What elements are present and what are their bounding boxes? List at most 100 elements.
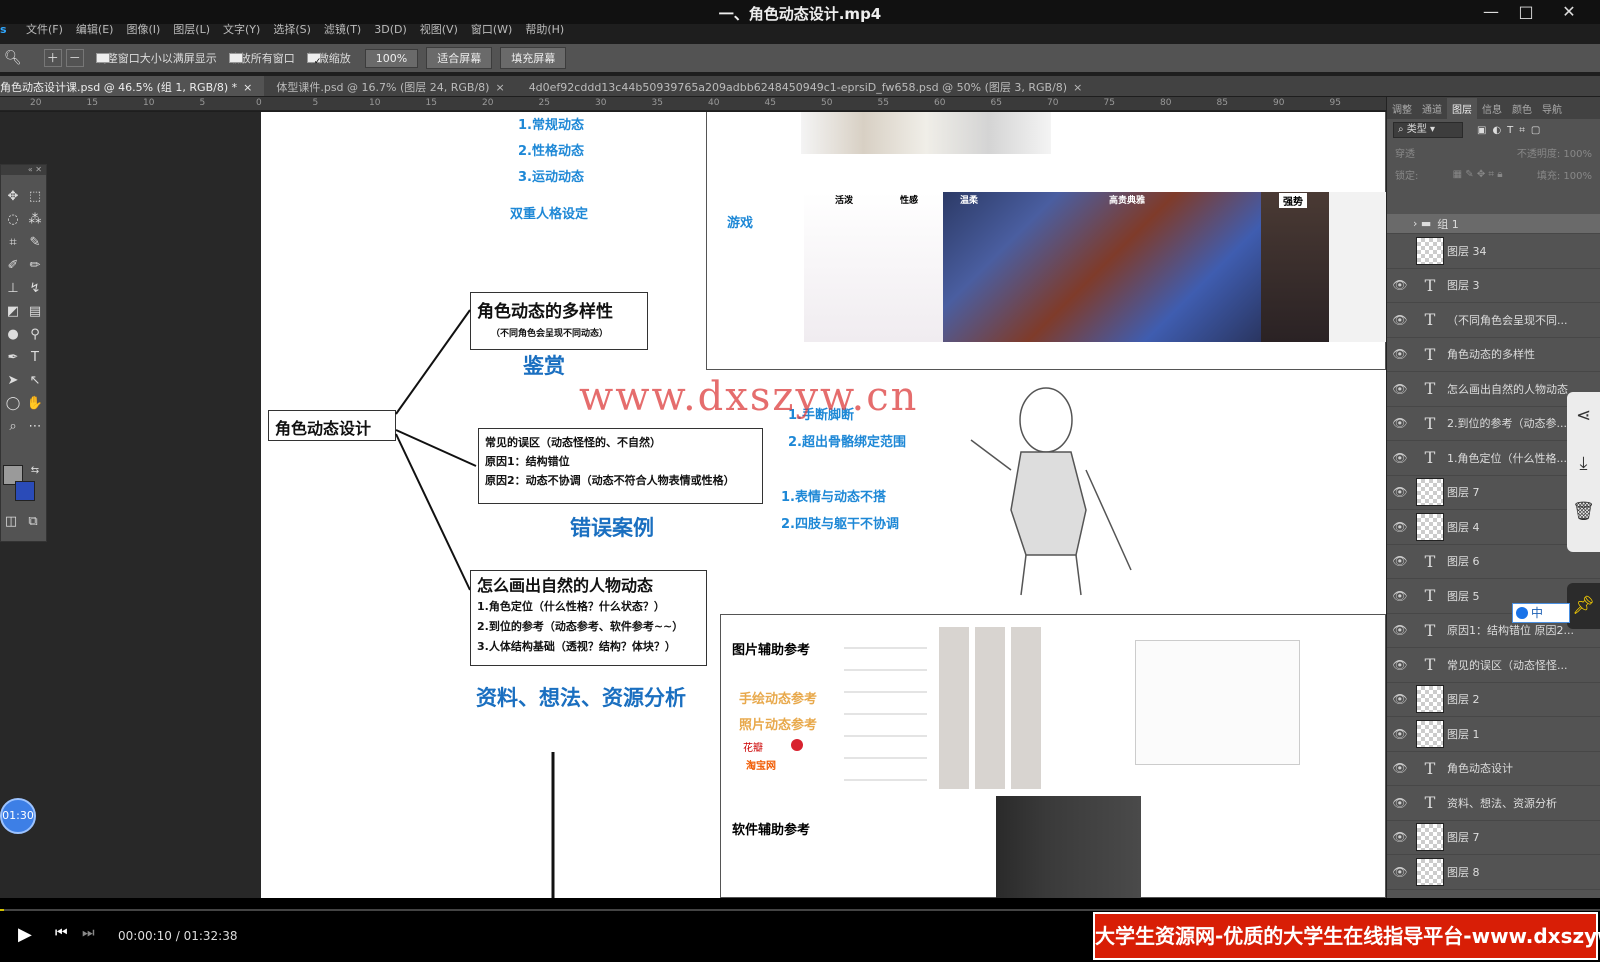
opacity-field[interactable]: 不透明度: 100% (1517, 145, 1592, 160)
blur-tool-icon[interactable]: ● (3, 325, 23, 345)
scrubby-zoom-checkbox[interactable]: ✓ 细微缩放 (306, 50, 351, 67)
document-canvas[interactable]: 1.常规动态 2.性格动态 3.运动动态 双重人格设定 角色动态的多样性 （不同… (261, 112, 1386, 898)
blend-mode-select[interactable]: 穿透 (1395, 145, 1415, 160)
layer-row[interactable]: 👁︎ T （不同角色会呈现不同... (1387, 303, 1600, 338)
zoom-all-checkbox[interactable]: 缩放所有窗口 (228, 50, 295, 66)
layer-row[interactable]: 👁︎ T 常见的误区（动态怪怪... (1387, 648, 1600, 683)
tab-adjustments[interactable]: 调整 (1387, 98, 1417, 119)
menu-3d[interactable]: 3D(D) (374, 23, 407, 36)
hand-tool-icon[interactable]: ✋ (25, 394, 45, 414)
doc-tab-3[interactable]: 4d0ef92cddd13c44b50939765a209adbb6248450… (517, 76, 1095, 96)
move-tool-icon[interactable]: ✥ (3, 187, 23, 207)
visibility-eye-icon[interactable]: 👁︎ (1387, 727, 1413, 741)
visibility-eye-icon[interactable]: 👁︎ (1387, 554, 1413, 568)
menu-window[interactable]: 窗口(W) (471, 21, 512, 37)
next-icon[interactable]: ⏭ (82, 925, 95, 941)
visibility-eye-icon[interactable]: 👁︎ (1387, 382, 1413, 396)
visibility-eye-icon[interactable]: 👁︎ (1387, 589, 1413, 603)
close-icon[interactable]: ✕ (1554, 2, 1584, 22)
healing-brush-icon[interactable]: ✐ (3, 256, 23, 276)
gradient-tool-icon[interactable]: ▤ (25, 302, 45, 322)
layer-row[interactable]: 👁︎ 图层 2 (1387, 683, 1600, 717)
lasso-tool-icon[interactable]: ◌ (3, 210, 23, 230)
visibility-eye-icon[interactable]: 👁︎ (1387, 692, 1413, 706)
visibility-eye-icon[interactable]: 👁︎ (1387, 278, 1413, 292)
fit-screen-button[interactable]: 适合屏幕 (426, 47, 493, 69)
eyedropper-icon[interactable]: ✎ (25, 233, 45, 253)
menu-file[interactable]: 文件(F) (26, 21, 63, 37)
menu-help[interactable]: 帮助(H) (525, 21, 564, 37)
marquee-tool-icon[interactable]: ⬚ (25, 187, 45, 207)
resize-windows-checkbox[interactable]: 调整窗口大小以满屏显示 (95, 50, 217, 66)
visibility-eye-icon[interactable]: 👁︎ (1387, 451, 1413, 465)
visibility-eye-icon[interactable]: 👁︎ (1387, 347, 1413, 361)
timer-badge[interactable]: 01:30 (0, 798, 36, 834)
maximize-icon[interactable]: □ (1511, 2, 1541, 22)
layer-row[interactable]: 👁︎ 图层 8 (1387, 855, 1600, 890)
layer-row[interactable]: 👁︎ T 图层 3 (1387, 269, 1600, 303)
layer-row[interactable]: 图层 34 (1387, 234, 1600, 269)
stamp-tool-icon[interactable]: ⊥ (3, 279, 23, 299)
layer-filter-select[interactable]: ⌕ 类型 ▾ (1393, 122, 1463, 138)
filter-type-icons[interactable]: ▣◐T⌗▢ (1477, 125, 1546, 136)
minimize-icon[interactable]: — (1476, 2, 1506, 22)
visibility-eye-icon[interactable]: 👁︎ (1387, 658, 1413, 672)
play-icon[interactable]: ▶ (18, 924, 32, 945)
tab-channels[interactable]: 通道 (1417, 98, 1447, 119)
fill-field[interactable]: 填充: 100% (1537, 167, 1592, 182)
visibility-eye-icon[interactable]: 👁︎ (1387, 796, 1413, 810)
tab-info[interactable]: 信息 (1477, 98, 1507, 119)
zoom-tool-icon[interactable]: ⌕ (3, 417, 23, 437)
layer-row[interactable]: 👁︎ T 角色动态设计 (1387, 752, 1600, 786)
pen-tool-icon[interactable]: ✒ (3, 348, 23, 368)
more-tools-icon[interactable]: ⋯ (25, 417, 45, 437)
layer-row[interactable]: 👁︎ T 角色动态的多样性 (1387, 338, 1600, 372)
menu-image[interactable]: 图像(I) (126, 21, 160, 37)
layer-row[interactable]: › ▬ 组 1 (1387, 214, 1600, 234)
visibility-eye-icon[interactable]: 👁︎ (1387, 485, 1413, 499)
visibility-eye-icon[interactable]: 👁︎ (1387, 416, 1413, 430)
ime-indicator[interactable]: 中 (1512, 603, 1570, 623)
fill-screen-button[interactable]: 填充屏幕 (500, 47, 567, 69)
doc-tab-2[interactable]: 体型课件.psd @ 16.7% (图层 24, RGB/8) × (264, 76, 516, 96)
menu-select[interactable]: 选择(S) (273, 21, 311, 37)
download-icon[interactable]: ⤓ (1567, 440, 1600, 488)
previous-icon[interactable]: ⏮ (55, 925, 68, 941)
background-color-swatch[interactable] (15, 481, 35, 501)
visibility-eye-icon[interactable]: 👁︎ (1387, 313, 1413, 327)
direct-select-icon[interactable]: ↖ (25, 371, 45, 391)
type-tool-icon[interactable]: T (25, 348, 45, 368)
delete-icon[interactable]: 🗑︎ (1567, 488, 1600, 536)
eraser-tool-icon[interactable]: ◩ (3, 302, 23, 322)
layer-row[interactable]: 👁︎ T 资料、想法、资源分析 (1387, 786, 1600, 821)
visibility-eye-icon[interactable]: 👁︎ (1387, 623, 1413, 637)
video-progress[interactable] (0, 898, 1600, 912)
history-brush-icon[interactable]: ↯ (25, 279, 45, 299)
close-tab-icon[interactable]: × (243, 81, 252, 94)
zoom-out-icon[interactable]: － (65, 49, 84, 67)
brush-tool-icon[interactable]: ✏ (25, 256, 45, 276)
visibility-eye-icon[interactable]: 👁︎ (1387, 830, 1413, 844)
zoom-in-icon[interactable]: ＋ (43, 49, 62, 67)
visibility-eye-icon[interactable]: 👁︎ (1387, 761, 1413, 775)
menu-edit[interactable]: 编辑(E) (76, 21, 114, 37)
dodge-tool-icon[interactable]: ⚲ (25, 325, 45, 345)
visibility-eye-icon[interactable]: 👁︎ (1387, 865, 1413, 879)
pin-icon[interactable]: 📌︎ (1567, 583, 1600, 629)
share-icon[interactable]: ⋖ (1567, 392, 1600, 440)
path-select-icon[interactable]: ➤ (3, 371, 23, 391)
screen-mode-icon[interactable]: ⧉ (23, 512, 43, 532)
quick-mask-icon[interactable]: ◫ (1, 512, 21, 532)
magic-wand-icon[interactable]: ⁂ (25, 210, 45, 230)
lock-icons[interactable]: ▦ ✎ ✥ ⌗ 🔒︎ (1453, 169, 1503, 180)
menu-view[interactable]: 视图(V) (420, 21, 458, 37)
layer-row[interactable]: 👁︎ 图层 7 (1387, 821, 1600, 855)
menu-filter[interactable]: 滤镜(T) (324, 21, 361, 37)
close-tab-icon[interactable]: × (1073, 81, 1082, 94)
tab-navigator[interactable]: 导航 (1537, 98, 1567, 119)
layer-row[interactable]: 👁︎ 图层 1 (1387, 717, 1600, 752)
close-tab-icon[interactable]: × (495, 81, 504, 94)
doc-tab-1[interactable]: 角色动态设计课.psd @ 46.5% (组 1, RGB/8) * × (0, 76, 265, 96)
crop-tool-icon[interactable]: ⌗ (3, 233, 23, 253)
menu-type[interactable]: 文字(Y) (223, 21, 260, 37)
